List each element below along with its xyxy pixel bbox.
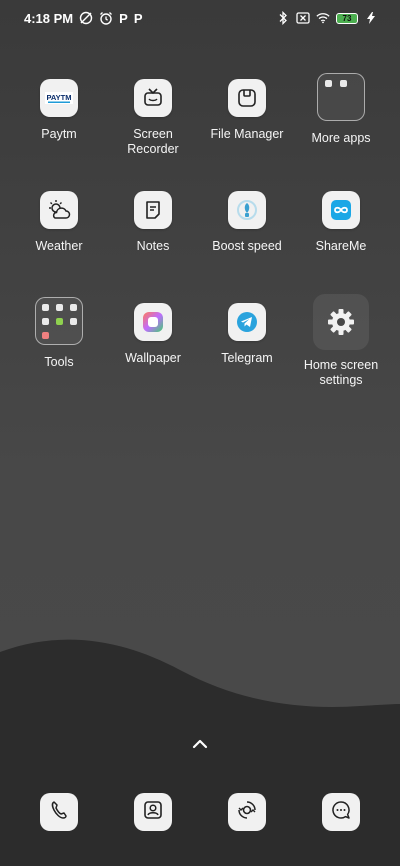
app-label: Notes — [136, 239, 170, 253]
app-shareme[interactable]: ShareMe — [294, 182, 388, 254]
p-app-icon: P — [133, 10, 143, 26]
alarm-icon — [99, 11, 113, 25]
app-screen-recorder[interactable]: Screen Recorder — [106, 70, 200, 157]
no-sim-icon — [296, 11, 310, 25]
phone-icon — [48, 799, 70, 826]
gear-icon — [313, 294, 369, 350]
dock — [0, 793, 400, 833]
app-row: Tools Wallpaper Telegram Home screen set… — [0, 294, 400, 406]
app-label: ShareMe — [315, 239, 367, 253]
app-notes[interactable]: Notes — [106, 182, 200, 254]
wallpaper-icon — [134, 303, 172, 341]
app-label: File Manager — [210, 127, 284, 141]
app-label: Home screen settings — [303, 358, 379, 387]
status-left: 4:18 PM P P — [24, 11, 142, 26]
svg-text:PAYTM: PAYTM — [46, 93, 71, 102]
camera-icon — [236, 799, 258, 826]
screen-recorder-icon — [134, 79, 172, 117]
app-file-manager[interactable]: File Manager — [200, 70, 294, 142]
weather-icon — [40, 191, 78, 229]
app-row: PAYTM Paytm Screen Recorder File Manager — [0, 70, 400, 182]
dock-contacts[interactable] — [134, 793, 172, 831]
shareme-icon — [322, 191, 360, 229]
app-grid: PAYTM Paytm Screen Recorder File Manager — [0, 70, 400, 406]
charging-icon — [364, 11, 378, 25]
notes-icon — [134, 191, 172, 229]
messages-icon — [330, 799, 352, 826]
status-bar: 4:18 PM P P 73 — [0, 0, 400, 36]
app-wallpaper[interactable]: Wallpaper — [106, 294, 200, 366]
dock-phone[interactable] — [40, 793, 78, 831]
paytm-icon: PAYTM — [40, 79, 78, 117]
folder-more-apps[interactable]: More apps — [294, 70, 388, 146]
bluetooth-icon — [276, 11, 290, 25]
folder-icon — [317, 73, 365, 121]
app-weather[interactable]: Weather — [12, 182, 106, 254]
battery-icon: 73 — [336, 12, 358, 24]
dock-camera[interactable] — [228, 793, 266, 831]
app-telegram[interactable]: Telegram — [200, 294, 294, 366]
app-row: Weather Notes Boost speed ShareMe — [0, 182, 400, 294]
file-manager-icon — [228, 79, 266, 117]
app-home-screen-settings[interactable]: Home screen settings — [294, 294, 388, 388]
status-right: 73 — [276, 11, 378, 25]
app-label: Boost speed — [212, 239, 282, 253]
app-drawer-chevron-up-icon[interactable] — [190, 736, 210, 752]
contacts-icon — [142, 799, 164, 826]
folder-tools[interactable]: Tools — [12, 294, 106, 370]
p-app-icon: P — [119, 10, 128, 26]
wifi-icon — [316, 11, 330, 25]
app-paytm[interactable]: PAYTM Paytm — [12, 70, 106, 142]
telegram-icon — [228, 303, 266, 341]
app-label: More apps — [311, 131, 371, 145]
folder-icon — [35, 297, 83, 345]
boost-speed-icon — [228, 191, 266, 229]
dock-messages[interactable] — [322, 793, 360, 831]
app-label: Tools — [44, 355, 74, 369]
dnd-icon — [79, 11, 93, 25]
app-label: Weather — [35, 239, 83, 253]
app-boost-speed[interactable]: Boost speed — [200, 182, 294, 254]
app-label: Wallpaper — [125, 351, 181, 365]
app-label: Telegram — [221, 351, 273, 365]
app-label: Screen Recorder — [127, 127, 179, 156]
app-label: Paytm — [41, 127, 77, 141]
status-time: 4:18 PM — [24, 10, 74, 26]
